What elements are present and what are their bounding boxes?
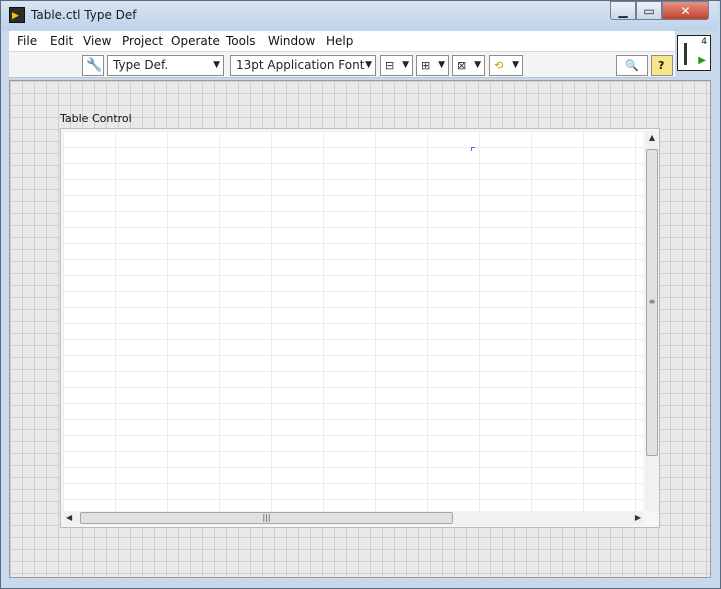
resize-objects-button[interactable]: ⊠ ▼ — [452, 55, 485, 76]
maximize-button[interactable]: ▭ — [636, 1, 662, 20]
horizontal-scrollbar[interactable]: ◀ ||| ▶ — [63, 511, 643, 525]
font-dropdown[interactable]: 13pt Application Font ▼ — [230, 55, 376, 76]
insertion-cursor — [471, 147, 475, 151]
menu-file[interactable]: File — [17, 34, 37, 48]
maximize-icon: ▭ — [643, 4, 655, 18]
chevron-down-icon: ▼ — [512, 60, 519, 70]
context-help-icon: ? — [658, 59, 665, 72]
context-help-button[interactable]: ? — [651, 55, 673, 76]
caption-buttons: ▁ ▭ ✕ — [610, 0, 710, 21]
chevron-down-icon: ▼ — [213, 60, 220, 70]
chevron-down-icon: ▼ — [474, 60, 481, 70]
toolbar: 🔧 Type Def. ▼ 13pt Application Font ▼ ⊟ … — [9, 51, 675, 78]
resize-objects-icon: ⊠ — [457, 59, 467, 72]
table-control[interactable]: ▲ ≡ ◀ ||| ▶ — [60, 128, 660, 528]
align-objects-icon: ⊟ — [385, 59, 395, 72]
scroll-right-icon[interactable]: ▶ — [635, 513, 641, 523]
vertical-scroll-thumb[interactable]: ≡ — [646, 149, 658, 456]
scroll-left-icon[interactable]: ◀ — [66, 513, 72, 523]
wrench-icon: 🔧 — [86, 58, 103, 73]
menu-tools[interactable]: Tools — [226, 34, 256, 48]
distribute-objects-button[interactable]: ⊞ ▼ — [416, 55, 449, 76]
table-label: Table Control — [60, 112, 132, 125]
reorder-icon: ⟲ — [494, 59, 504, 72]
menu-window[interactable]: Window — [268, 34, 315, 48]
window-title: Table.ctl Type Def — [31, 8, 137, 22]
terminal-count: 4 — [701, 37, 707, 47]
connector-pane[interactable]: 4 ▶ — [677, 35, 711, 71]
search-button[interactable]: 🔍 — [616, 55, 648, 76]
grip-icon: ≡ — [648, 297, 656, 306]
minimize-button[interactable]: ▁ — [610, 1, 636, 20]
reorder-button[interactable]: ⟲ ▼ — [489, 55, 523, 76]
chevron-down-icon: ▼ — [402, 60, 409, 70]
menu-edit[interactable]: Edit — [50, 34, 73, 48]
minimize-icon: ▁ — [618, 4, 628, 18]
control-type-value: Type Def. — [113, 58, 169, 72]
menu-operate[interactable]: Operate — [171, 34, 220, 48]
close-button[interactable]: ✕ — [662, 1, 709, 20]
distribute-objects-icon: ⊞ — [421, 59, 431, 72]
connector-arrow-icon: ▶ — [698, 55, 706, 66]
edit-mode-button[interactable]: 🔧 — [82, 55, 104, 76]
menu-project[interactable]: Project — [122, 34, 163, 48]
grip-icon: ||| — [262, 513, 271, 522]
search-icon: 🔍 — [625, 59, 639, 72]
chevron-down-icon: ▼ — [365, 60, 372, 70]
chevron-down-icon: ▼ — [438, 60, 445, 70]
menu-view[interactable]: View — [83, 34, 111, 48]
scroll-up-icon[interactable]: ▲ — [645, 133, 659, 143]
control-type-dropdown[interactable]: Type Def. ▼ — [107, 55, 224, 76]
menu-bar: File Edit View Project Operate Tools Win… — [9, 31, 675, 51]
terminal-bar — [684, 43, 687, 65]
align-objects-button[interactable]: ⊟ ▼ — [380, 55, 413, 76]
close-icon: ✕ — [680, 4, 691, 18]
horizontal-scroll-thumb[interactable]: ||| — [80, 512, 453, 524]
font-value: 13pt Application Font — [236, 58, 365, 72]
vertical-scrollbar[interactable]: ▲ ≡ — [645, 131, 659, 511]
labview-vi-icon: ▶ — [9, 7, 25, 23]
table-cells[interactable] — [63, 131, 643, 511]
menu-help[interactable]: Help — [326, 34, 353, 48]
